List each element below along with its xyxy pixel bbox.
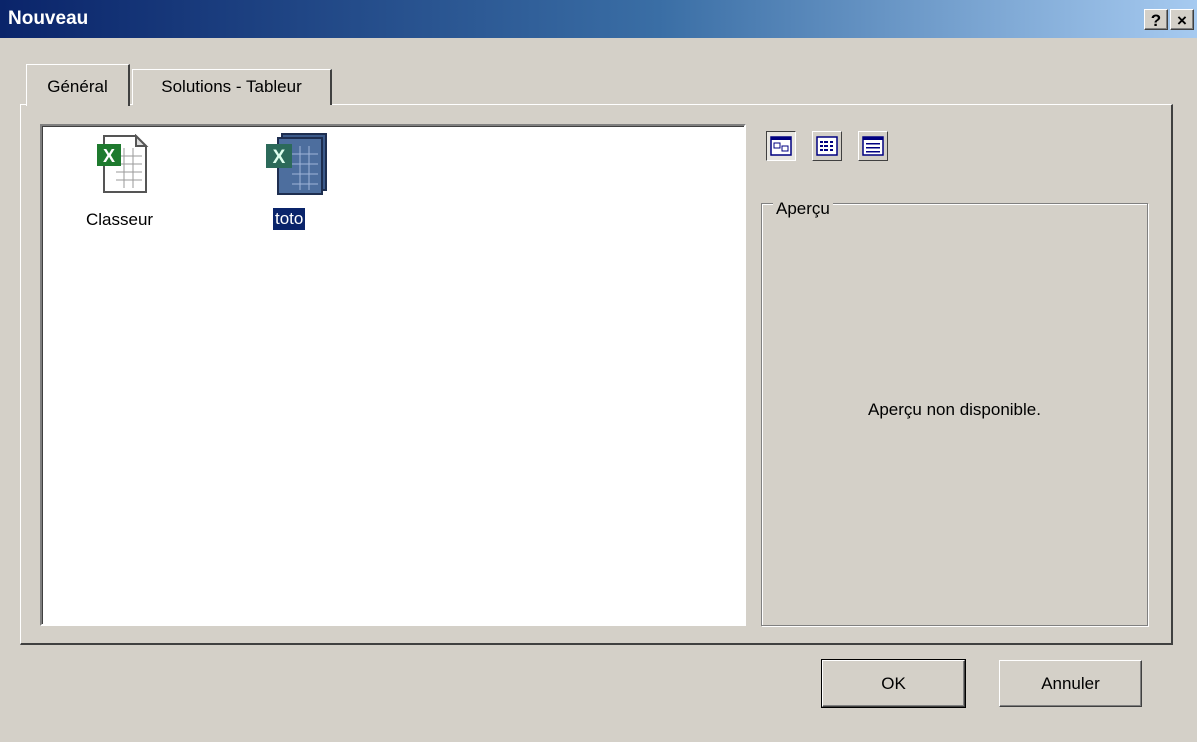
preview-message: Aperçu non disponible. — [868, 400, 1041, 419]
details-view-icon — [862, 136, 884, 156]
file-label-toto: toto — [273, 208, 306, 230]
details-view-button[interactable] — [858, 131, 888, 161]
template-list-view[interactable]: X Classeur X toto — [40, 124, 746, 626]
window-title: Nouveau — [8, 8, 89, 29]
tab-solutions-tableur[interactable]: Solutions - Tableur — [132, 69, 332, 105]
excel-template-icon: X — [266, 133, 327, 195]
tab-general[interactable]: Général — [26, 64, 130, 106]
excel-workbook-icon: X — [97, 134, 149, 193]
large-icons-view-button[interactable] — [766, 131, 796, 161]
ok-button[interactable]: OK — [821, 659, 966, 708]
cancel-button[interactable]: Annuler — [999, 660, 1142, 707]
help-button[interactable]: ? — [1144, 9, 1168, 30]
large-icons-view-icon — [770, 136, 792, 156]
file-label-classeur: Classeur — [86, 210, 154, 229]
list-view-icon — [816, 136, 838, 156]
preview-legend: Aperçu — [773, 199, 833, 219]
list-view-button[interactable] — [812, 131, 842, 161]
svg-text:X: X — [103, 146, 115, 166]
close-button[interactable]: × — [1170, 9, 1194, 30]
title-bar[interactable]: Nouveau ? × — [0, 0, 1197, 38]
svg-text:X: X — [273, 147, 286, 168]
